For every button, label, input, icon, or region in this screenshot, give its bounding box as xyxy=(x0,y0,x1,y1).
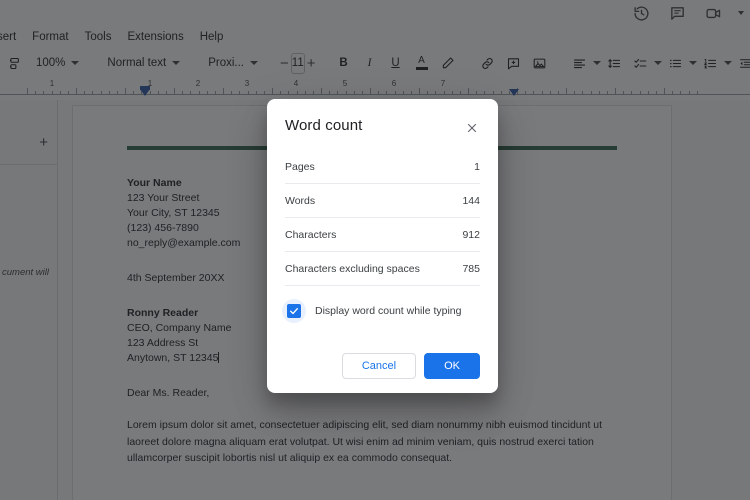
row-value: 144 xyxy=(462,195,480,207)
row-label: Characters xyxy=(285,229,337,241)
table-row: Words 144 xyxy=(285,184,480,218)
word-count-dialog: Word count Pages 1 Words 144 Characters … xyxy=(267,99,498,393)
row-label: Pages xyxy=(285,161,315,173)
cancel-button[interactable]: Cancel xyxy=(341,353,417,379)
row-label: Characters excluding spaces xyxy=(285,263,420,275)
dialog-title: Word count xyxy=(285,117,363,134)
row-value: 912 xyxy=(462,229,480,241)
table-row: Characters 912 xyxy=(285,218,480,252)
row-value: 1 xyxy=(474,161,480,173)
close-icon[interactable] xyxy=(464,120,480,136)
checkbox-label: Display word count while typing xyxy=(315,305,462,317)
display-word-count-checkbox-row[interactable]: Display word count while typing xyxy=(282,286,480,327)
google-docs-window: sert Format Tools Extensions Help 100% N… xyxy=(0,0,750,500)
row-value: 785 xyxy=(462,263,480,275)
table-row: Pages 1 xyxy=(285,150,480,184)
row-label: Words xyxy=(285,195,316,207)
checkbox-checked-icon[interactable] xyxy=(287,304,301,318)
dialog-header: Word count xyxy=(285,99,480,150)
checkbox-focus-ring xyxy=(282,299,306,323)
dialog-actions: Cancel OK xyxy=(285,327,480,379)
table-row: Characters excluding spaces 785 xyxy=(285,252,480,286)
ok-button[interactable]: OK xyxy=(424,353,480,379)
